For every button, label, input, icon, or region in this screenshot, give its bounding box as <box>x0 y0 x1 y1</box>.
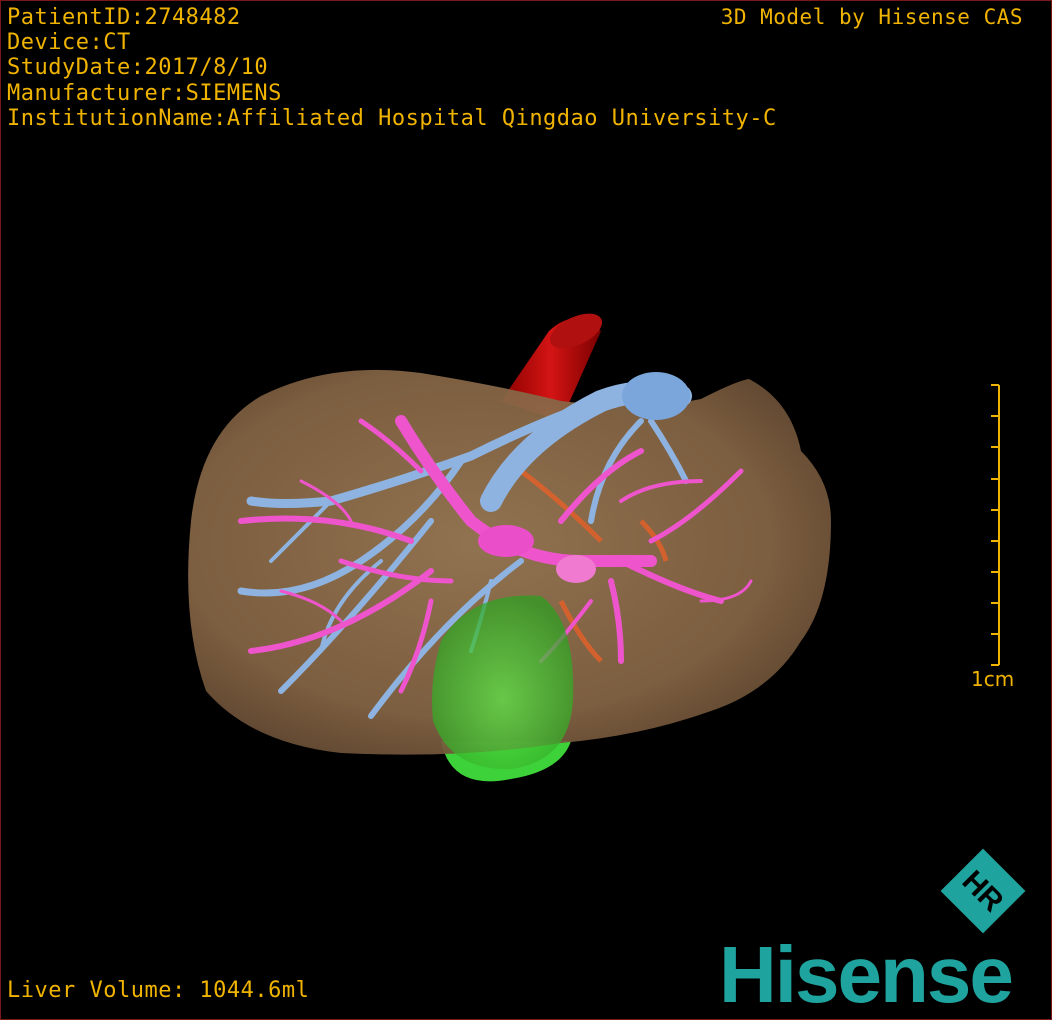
model-brand-caption: 3D Model by Hisense CAS <box>720 5 1023 29</box>
scale-bar <box>991 384 1000 666</box>
hr-logo-icon: HR <box>940 848 1026 934</box>
patient-id-label: PatientID:2748482 <box>7 5 241 30</box>
3d-viewport[interactable]: PatientID:2748482 Device:CT StudyDate:20… <box>0 0 1052 1020</box>
scale-bar-label: 1cm <box>971 667 1015 691</box>
liver-volume-label: Liver Volume: 1044.6ml <box>7 978 310 1003</box>
study-date-label: StudyDate:2017/8/10 <box>7 55 269 80</box>
institution-label: InstitutionName:Affiliated Hospital Qing… <box>7 106 777 131</box>
hisense-logo: Hisense <box>719 930 1014 1019</box>
liver-3d-model[interactable] <box>1 1 1051 1019</box>
device-label: Device:CT <box>7 30 131 55</box>
manufacturer-label: Manufacturer:SIEMENS <box>7 81 282 106</box>
